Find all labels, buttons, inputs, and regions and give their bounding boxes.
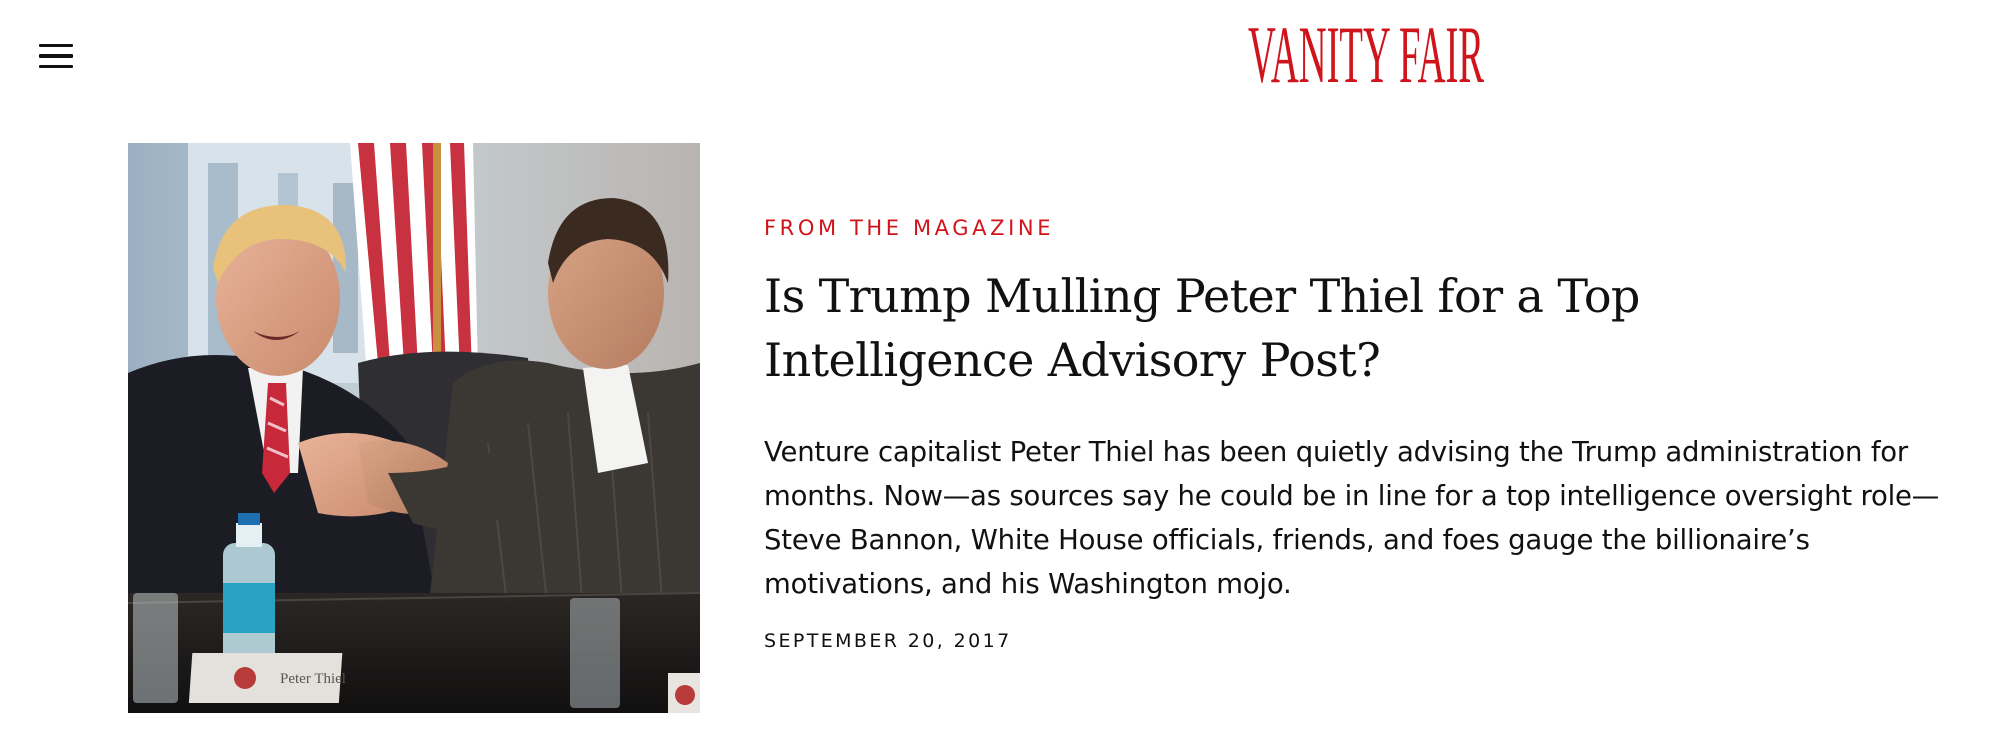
article-dek: Venture capitalist Peter Thiel has been … [764, 436, 1940, 600]
article-photo[interactable]: Peter Thiel [128, 143, 700, 713]
flag [350, 143, 478, 373]
nameplate-text: Peter Thiel [280, 671, 346, 687]
nameplate: Peter Thiel [188, 653, 346, 703]
article-headline[interactable]: Is Trump Mulling Peter Thiel for a Top I… [764, 264, 1914, 392]
publish-date: SEPTEMBER 20, 2017 [764, 630, 1012, 652]
article-card: Peter Thiel FROM THE MAGAZINE Is Trump M… [0, 0, 1992, 740]
article-text-column: FROM THE MAGAZINE Is Trump Mulling Peter… [764, 214, 1964, 652]
rubric-link[interactable]: FROM THE MAGAZINE [764, 214, 1054, 242]
